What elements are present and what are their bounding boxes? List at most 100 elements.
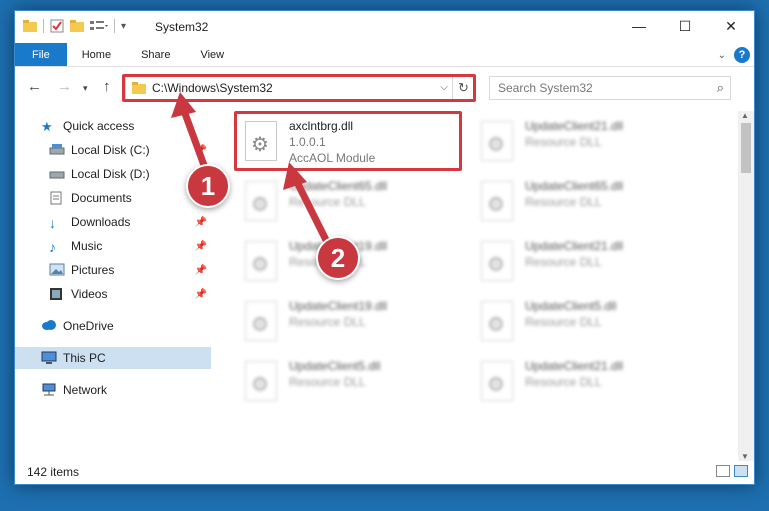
file-description: Resource DLL [525, 255, 602, 269]
cloud-icon [42, 320, 56, 330]
sidebar-item-label: Music [71, 239, 103, 253]
download-icon: ↓ [49, 215, 56, 231]
sidebar-item-local-disk-d[interactable]: Local Disk (D:) 📌 [15, 163, 211, 185]
sidebar-item-downloads[interactable]: ↓ Downloads 📌 [15, 211, 211, 233]
close-button[interactable]: ✕ [708, 11, 754, 41]
up-arrow-icon[interactable]: ↑ [103, 78, 111, 95]
back-arrow-icon[interactable]: ← [27, 78, 42, 95]
ribbon-tabs: File Home Share View ⌄ ? [15, 43, 754, 67]
file-item[interactable]: ⚙ UpdateClient19.dll Resource DLL [239, 295, 463, 353]
recent-locations-icon[interactable]: ▾ [83, 83, 88, 94]
sidebar-item-label: Pictures [71, 263, 115, 277]
file-item[interactable]: ⚙ UpdateClient5.dll Resource DLL [239, 355, 463, 413]
sidebar-item-documents[interactable]: Documents 📌 [15, 187, 211, 209]
item-count: 142 items [27, 465, 80, 479]
file-item[interactable]: ⚙ UpdateClient5.dll Resource DLL [475, 295, 699, 353]
file-name: UpdateClient65.dll [289, 179, 388, 193]
tab-view[interactable]: View [185, 43, 239, 66]
file-description: Resource DLL [525, 135, 602, 149]
divider [43, 19, 44, 33]
file-name: UpdateClient21.dll [525, 359, 624, 373]
sidebar-item-label: Downloads [71, 215, 131, 229]
sidebar-item-label: OneDrive [63, 319, 114, 333]
search-input[interactable]: Search System32 ⌕ [489, 76, 731, 100]
sidebar-item-music[interactable]: ♪ Music 📌 [15, 235, 211, 257]
file-item[interactable]: ⚙ UpdateClient65.dll Resource DLL [239, 175, 463, 233]
maximize-button[interactable]: ☐ [662, 11, 708, 41]
address-bar-highlight [122, 74, 476, 102]
forward-arrow-icon[interactable]: → [57, 78, 72, 95]
file-name: UpdateClient21.dll [525, 239, 624, 253]
file-name: UpdateClient19.dll [289, 299, 388, 313]
star-icon: ★ [41, 119, 53, 134]
sidebar-item-pictures[interactable]: Pictures 📌 [15, 259, 211, 281]
dll-file-icon: ⚙ [481, 241, 513, 281]
view-options-icon[interactable] [90, 20, 108, 32]
pin-icon[interactable]: 📌 [195, 289, 207, 300]
computer-icon [41, 351, 57, 364]
file-description: Resource DLL [289, 315, 366, 329]
dll-file-icon: ⚙ [481, 301, 513, 341]
navigation-pane: ★ Quick access Local Disk (C:) 📌 Local D… [15, 111, 211, 451]
tab-file[interactable]: File [15, 43, 67, 66]
sidebar-item-label: Videos [71, 287, 108, 301]
scroll-up-icon[interactable]: ▲ [741, 111, 749, 120]
file-item[interactable]: ⚙ UpdateClient21.dll Resource DLL [475, 235, 699, 293]
tab-home[interactable]: Home [67, 43, 126, 66]
file-item[interactable]: ⚙ UpdateClient65.dll Resource DLL [475, 175, 699, 233]
sidebar-item-quick-access[interactable]: ★ Quick access [15, 115, 211, 137]
sidebar-item-network[interactable]: Network [15, 379, 211, 401]
search-placeholder: Search System32 [498, 81, 593, 95]
title-bar: ▾ System32 — ☐ ✕ [15, 11, 754, 43]
sidebar-item-label: Network [63, 383, 108, 397]
pin-icon[interactable]: 📌 [195, 145, 207, 156]
vertical-scrollbar[interactable]: ▲ ▼ [738, 111, 754, 461]
dll-file-icon: ⚙ [245, 361, 277, 401]
callout-badge-1: 1 [186, 164, 230, 208]
new-folder-icon[interactable] [70, 20, 84, 32]
pin-icon[interactable]: 📌 [195, 265, 207, 276]
documents-icon [50, 191, 62, 205]
sidebar-item-local-disk-c[interactable]: Local Disk (C:) 📌 [15, 139, 211, 161]
file-highlight [234, 111, 462, 171]
customize-toolbar-icon[interactable]: ▾ [121, 21, 126, 32]
properties-icon[interactable] [50, 19, 64, 33]
search-icon[interactable]: ⌕ [717, 80, 724, 96]
details-view-icon[interactable] [716, 465, 730, 477]
expand-ribbon-icon[interactable]: ⌄ [718, 50, 726, 61]
file-name: UpdateClient65.dll [525, 179, 624, 193]
tiles-view-icon[interactable] [734, 465, 748, 477]
callout-badge-2: 2 [316, 236, 360, 280]
file-name: UpdateClient5.dll [525, 299, 617, 313]
tab-share[interactable]: Share [126, 43, 185, 66]
dll-file-icon: ⚙ [245, 301, 277, 341]
sidebar-item-label: Documents [71, 191, 132, 205]
divider [114, 19, 115, 33]
pin-icon[interactable]: 📌 [195, 217, 207, 228]
sidebar-item-onedrive[interactable]: OneDrive [15, 315, 211, 337]
scroll-thumb[interactable] [741, 123, 751, 173]
sidebar-item-label: Quick access [63, 119, 135, 133]
network-icon [42, 383, 56, 396]
drive-icon [49, 171, 65, 179]
file-description: Resource DLL [289, 375, 366, 389]
sidebar-item-label: Local Disk (C:) [71, 143, 150, 157]
dll-file-icon: ⚙ [245, 181, 277, 221]
window-title: System32 [155, 20, 209, 34]
file-description: Resource DLL [525, 195, 602, 209]
minimize-button[interactable]: — [616, 11, 662, 41]
pictures-icon [49, 263, 65, 276]
file-description: Resource DLL [289, 195, 366, 209]
folder-icon [23, 20, 37, 32]
pin-icon[interactable]: 📌 [195, 241, 207, 252]
sidebar-item-label: Local Disk (D:) [71, 167, 150, 181]
file-description: Resource DLL [525, 375, 602, 389]
music-icon: ♪ [49, 239, 56, 255]
dll-file-icon: ⚙ [481, 181, 513, 221]
help-icon[interactable]: ? [734, 47, 750, 63]
sidebar-item-this-pc[interactable]: This PC [15, 347, 211, 369]
dll-file-icon: ⚙ [481, 121, 513, 161]
file-item[interactable]: ⚙ UpdateClient21.dll Resource DLL [475, 115, 699, 173]
sidebar-item-videos[interactable]: Videos 📌 [15, 283, 211, 305]
file-item[interactable]: ⚙ UpdateClient21.dll Resource DLL [475, 355, 699, 413]
